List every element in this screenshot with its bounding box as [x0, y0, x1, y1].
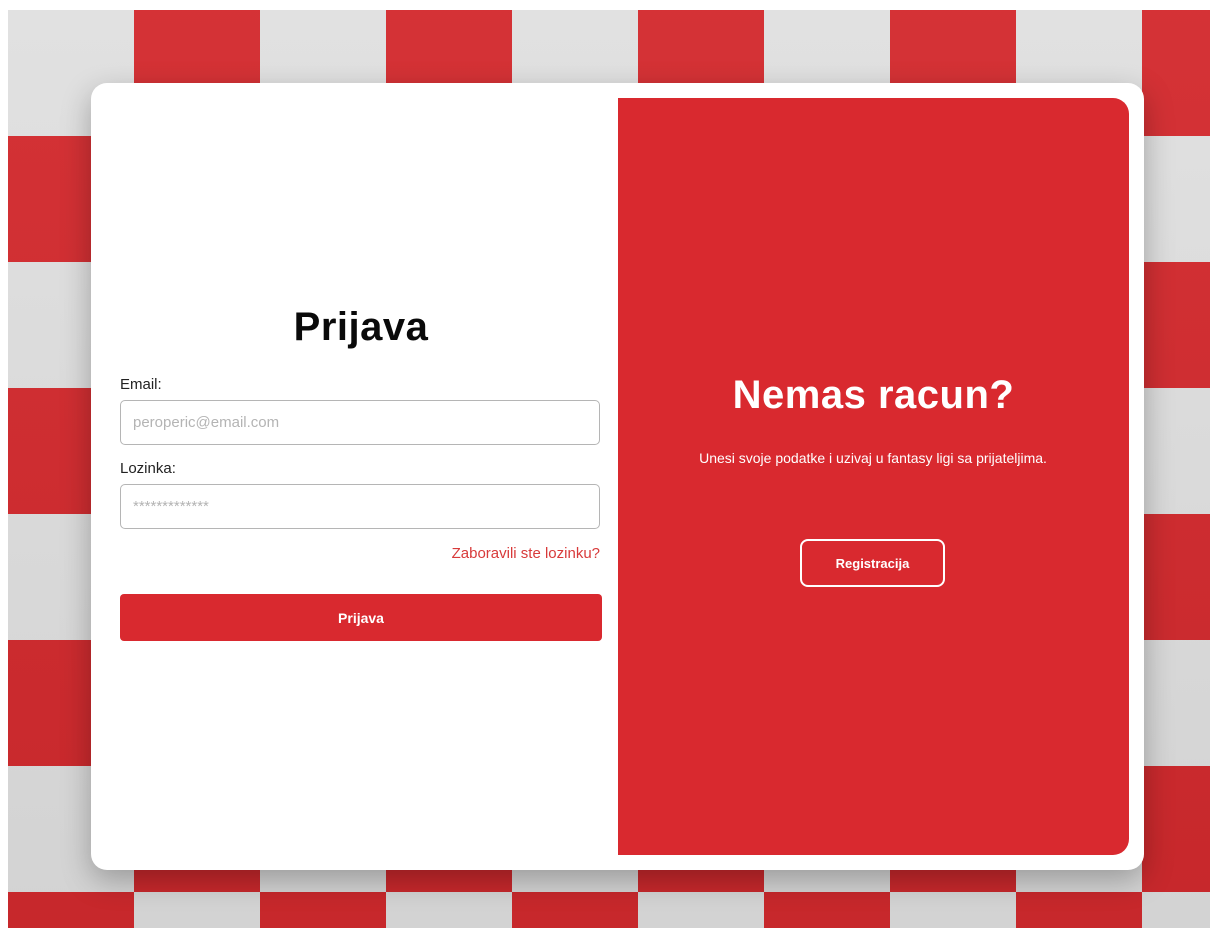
login-button[interactable]: Prijava	[120, 594, 602, 641]
auth-card: Prijava Email: Lozinka: Zaboravili ste l…	[91, 83, 1144, 870]
email-label: Email:	[120, 376, 162, 393]
password-field[interactable]	[120, 484, 600, 529]
register-panel: Nemas racun? Unesi svoje podatke i uziva…	[618, 98, 1129, 855]
password-label: Lozinka:	[120, 460, 176, 477]
register-button[interactable]: Registracija	[800, 539, 945, 587]
register-description: Unesi svoje podatke i uzivaj u fantasy l…	[699, 450, 1047, 466]
register-title: Nemas racun?	[732, 373, 1015, 417]
email-field[interactable]	[120, 400, 600, 445]
login-title: Prijava	[293, 305, 429, 349]
login-panel: Prijava Email: Lozinka: Zaboravili ste l…	[91, 83, 617, 870]
forgot-password-link[interactable]: Zaboravili ste lozinku?	[452, 545, 600, 562]
